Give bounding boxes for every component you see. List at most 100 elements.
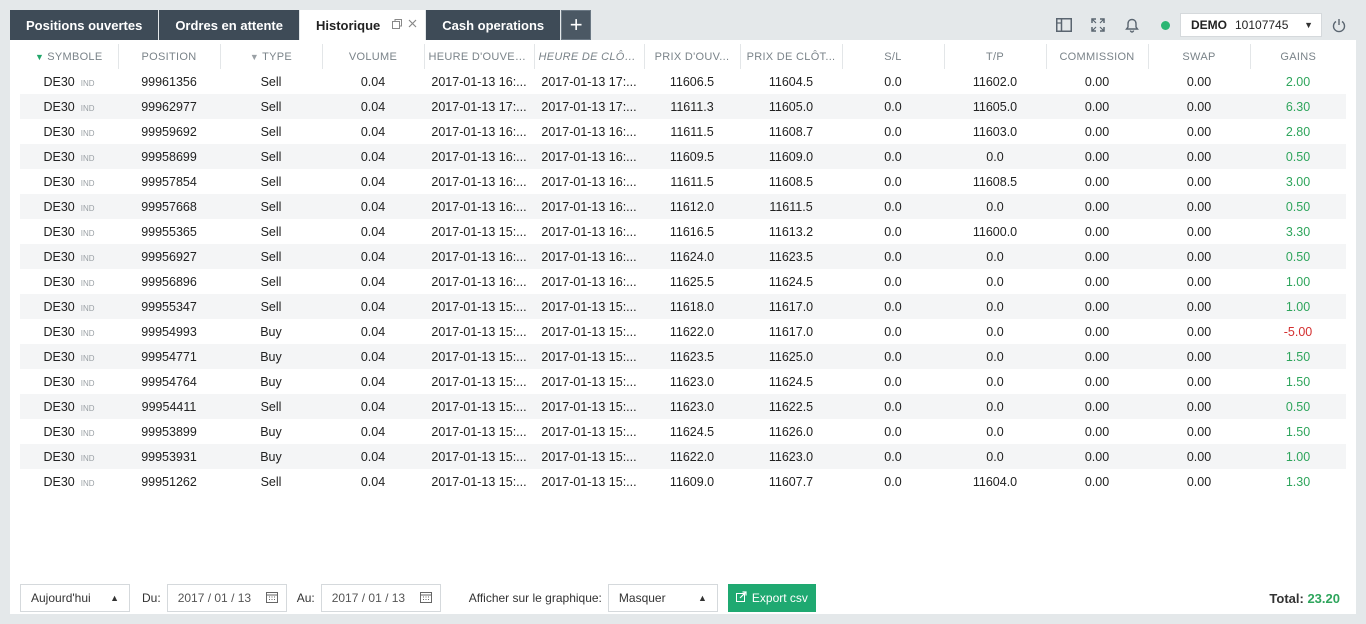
cell-close-price: 11609.0 [740, 144, 842, 169]
cell-sl: 0.0 [884, 224, 902, 239]
table-row[interactable]: DE30 IND 99959692 Sell 0.04 2017-01-13 16:...… [20, 119, 1346, 144]
cell-open-time: 2017-01-13 15:... [431, 374, 527, 389]
export-csv-button[interactable]: Export csv [727, 584, 816, 612]
table-row[interactable]: DE30 IND 99956927 Sell 0.04 2017-01-13 16:...… [20, 244, 1346, 269]
calendar-icon[interactable] [265, 591, 278, 606]
table-row[interactable]: DE30 IND 99962977 Sell 0.04 2017-01-13 17:...… [20, 94, 1346, 119]
symbol-text: DE30 [43, 224, 75, 239]
tab-historique[interactable]: Historique [299, 10, 426, 40]
column-header-symbole[interactable]: ▼ SYMBOLE [20, 44, 118, 69]
fullscreen-icon[interactable] [1081, 10, 1115, 40]
detach-icon[interactable] [392, 18, 403, 32]
cell-volume: 0.04 [322, 144, 424, 169]
instrument-tag: IND [80, 453, 95, 463]
bell-icon[interactable] [1115, 10, 1149, 40]
column-header-tp[interactable]: T/P [943, 44, 1046, 69]
cell-close-price: 11605.0 [740, 94, 842, 119]
instrument-tag: IND [80, 78, 95, 88]
cell-position: 99957668 [118, 194, 220, 219]
cell-open-price: 11622.0 [669, 324, 715, 339]
table-row[interactable]: DE30 IND 99957668 Sell 0.04 2017-01-13 16:...… [20, 194, 1346, 219]
cell-position: 99954764 [141, 374, 197, 389]
tab-positions-ouvertes[interactable]: Positions ouvertes [10, 10, 159, 40]
cell-open-price: 11606.5 [669, 74, 715, 89]
column-header-sl[interactable]: S/L [841, 44, 944, 69]
tab-label: Ordres en attente [175, 17, 283, 33]
cell-volume: 0.04 [322, 94, 424, 119]
column-header-volume[interactable]: VOLUME [321, 44, 424, 69]
tab-cash-operations[interactable]: Cash operations [426, 10, 561, 40]
period-select[interactable]: Aujourd'hui ▲ [20, 584, 130, 612]
cell-open-price: 11611.5 [670, 124, 714, 139]
table-row[interactable]: DE30 IND 99955365 Sell 0.04 2017-01-13 15:...… [20, 219, 1346, 244]
cell-close-price: 11608.5 [768, 174, 814, 189]
table-row[interactable]: DE30 IND 99954411 Sell 0.04 2017-01-13 15:...… [20, 394, 1346, 419]
table-row[interactable]: DE30 IND 99954993 Buy 0.04 2017-01-13 15:... 2… [20, 319, 1346, 344]
column-header-swap[interactable]: SWAP [1147, 44, 1250, 69]
cell-close-price: 11607.7 [768, 474, 814, 489]
table-row[interactable]: DE30 IND 99955347 Sell 0.04 2017-01-13 15:...… [20, 294, 1346, 319]
filter-icon[interactable]: ▼ [35, 52, 44, 62]
to-label: Au: [296, 591, 315, 605]
cell-symbol: DE30 IND [20, 319, 118, 344]
cell-symbol: DE30 IND [20, 444, 118, 469]
calendar-icon[interactable] [419, 591, 432, 606]
instrument-tag: IND [80, 128, 95, 138]
cell-sl: 0.0 [884, 324, 902, 339]
close-icon[interactable] [408, 19, 417, 31]
add-tab-button[interactable]: + [561, 10, 592, 40]
cell-tp: 0.0 [944, 244, 1046, 269]
cell-open-price: 11623.5 [644, 344, 740, 369]
column-header-gains[interactable]: GAINS [1249, 44, 1346, 69]
symbol-text: DE30 [43, 249, 75, 264]
cell-position: 99962977 [118, 94, 220, 119]
table-row[interactable]: DE30 IND 99956896 Sell 0.04 2017-01-13 16:...… [20, 269, 1346, 294]
column-header-commission[interactable]: COMMISSION [1045, 44, 1148, 69]
cell-volume: 0.04 [360, 74, 386, 89]
chart-display-select[interactable]: Masquer ▲ [607, 584, 718, 612]
caret-up-icon: ▲ [110, 593, 119, 603]
cell-position: 99955365 [141, 224, 197, 239]
cell-sl: 0.0 [884, 74, 902, 89]
column-header-open-time[interactable]: HEURE D'OUVER... [423, 44, 534, 69]
table-row[interactable]: DE30 IND 99954764 Buy 0.04 2017-01-13 15:... 2… [20, 369, 1346, 394]
column-header-position[interactable]: POSITION [117, 44, 220, 69]
cell-volume: 0.04 [322, 394, 424, 419]
cell-symbol: DE30 IND [20, 244, 118, 269]
layout-icon[interactable] [1047, 10, 1081, 40]
cell-close-time: 2017-01-13 16:... [534, 244, 644, 269]
table-row[interactable]: DE30 IND 99954771 Buy 0.04 2017-01-13 15:... 2… [20, 344, 1346, 369]
cell-swap: 0.00 [1186, 74, 1212, 89]
cell-symbol: DE30 IND [20, 344, 118, 369]
table-row[interactable]: DE30 IND 99961356 Sell 0.04 2017-01-13 16:...… [20, 69, 1346, 94]
cell-volume: 0.04 [322, 294, 424, 319]
cell-gain: 1.50 [1285, 424, 1311, 439]
plus-icon: + [569, 12, 583, 37]
power-icon[interactable] [1322, 10, 1356, 40]
symbol-text: DE30 [43, 74, 75, 89]
cell-close-time: 2017-01-13 16:... [541, 274, 637, 289]
table-row[interactable]: DE30 IND 99953931 Buy 0.04 2017-01-13 15:... 2… [20, 444, 1346, 469]
cell-type: Sell [220, 244, 322, 269]
table-row[interactable]: DE30 IND 99951262 Sell 0.04 2017-01-13 15:...… [20, 469, 1346, 494]
cell-symbol: DE30 IND [20, 144, 118, 169]
cell-symbol: DE30 IND [20, 169, 118, 194]
cell-open-price: 11623.0 [644, 394, 740, 419]
table-row[interactable]: DE30 IND 99958699 Sell 0.04 2017-01-13 16:...… [20, 144, 1346, 169]
cell-tp: 11608.5 [972, 174, 1018, 189]
column-header-close-price[interactable]: PRIX DE CLÔT... [739, 44, 842, 69]
cell-open-time: 2017-01-13 16:... [431, 124, 527, 139]
table-row[interactable]: DE30 IND 99953899 Buy 0.04 2017-01-13 15:... 2… [20, 419, 1346, 444]
column-header-open-price[interactable]: PRIX D'OUV... [643, 44, 740, 69]
from-date-field[interactable]: 2017 / 01 / 13 [166, 584, 287, 612]
column-header-type[interactable]: ▼ TYPE [219, 44, 322, 69]
table-row[interactable]: DE30 IND 99957854 Sell 0.04 2017-01-13 16:...… [20, 169, 1346, 194]
cell-swap: 0.00 [1148, 444, 1250, 469]
filter-icon[interactable]: ▼ [250, 52, 259, 62]
account-selector[interactable]: DEMO 10107745 ▼ [1180, 13, 1322, 37]
column-header-close-time[interactable]: HEURE DE CLÔT... [533, 44, 644, 69]
to-date-field[interactable]: 2017 / 01 / 13 [320, 584, 441, 612]
cell-symbol: DE30 IND [20, 294, 118, 319]
cell-type: Sell [260, 124, 282, 139]
tab-ordres-en-attente[interactable]: Ordres en attente [159, 10, 299, 40]
